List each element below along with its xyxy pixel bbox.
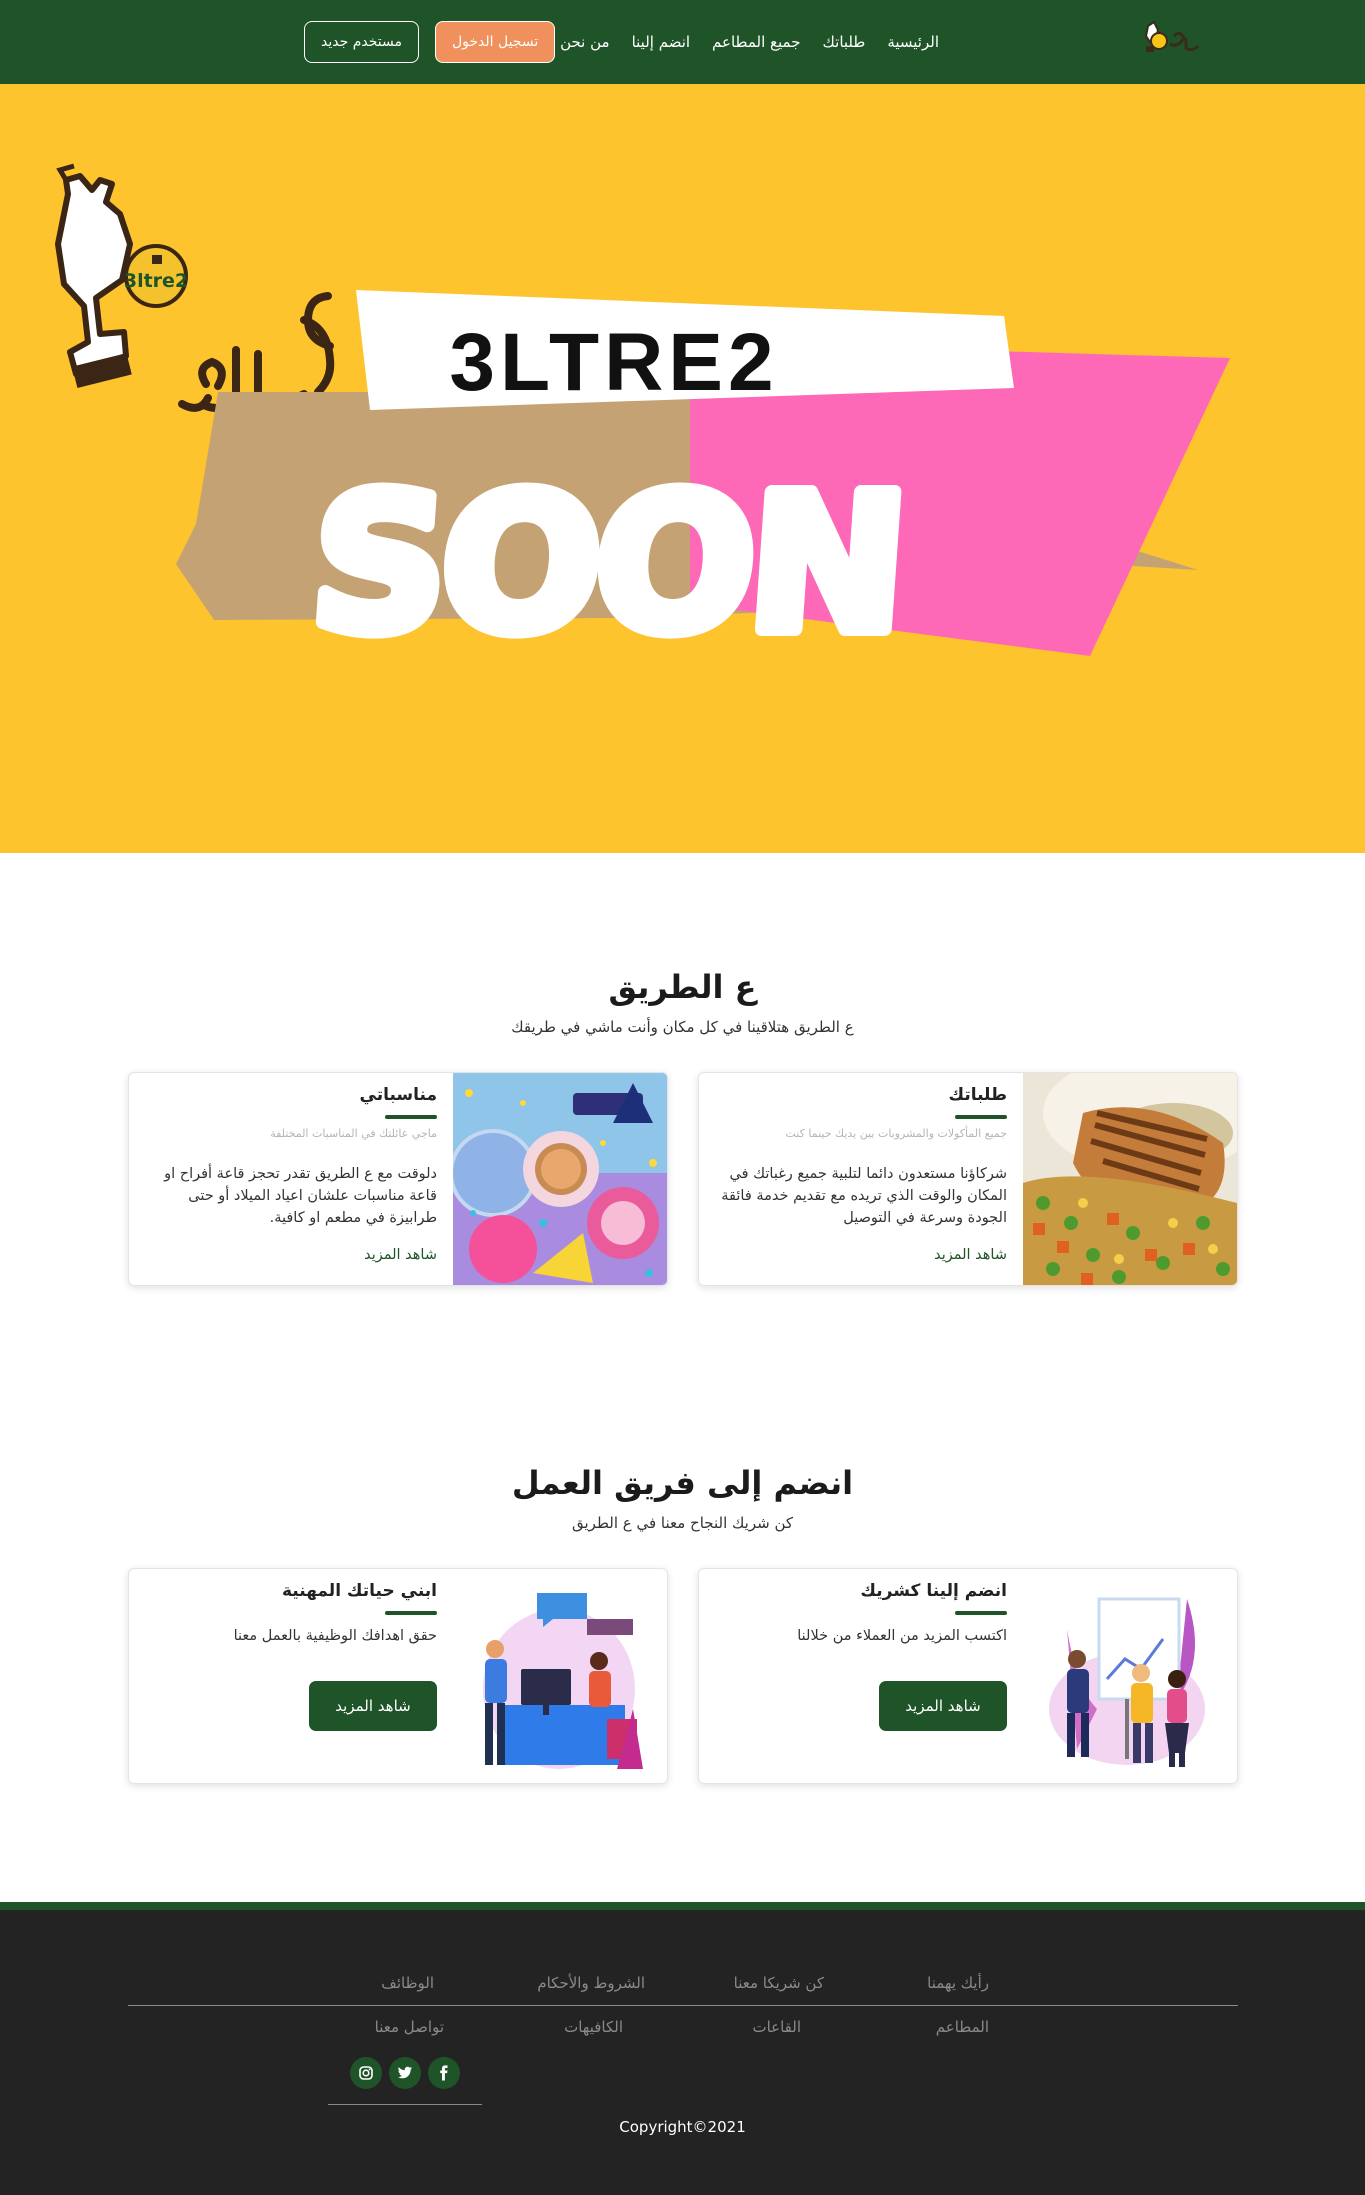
brand-logo[interactable] — [1140, 16, 1206, 66]
footer-link-contact[interactable]: تواصل معنا — [375, 2018, 444, 2036]
footer-top-bar — [0, 1902, 1365, 1910]
svg-text:3ltre2: 3ltre2 — [124, 270, 188, 292]
nav-link-home[interactable]: الرئيسية — [887, 33, 939, 51]
instagram-icon[interactable] — [350, 2057, 382, 2089]
title-underline — [385, 1611, 437, 1615]
nav-buttons: مستخدم جديد تسجيل الدخول — [304, 21, 556, 63]
about-subtitle: ع الطريق هتلاقينا في كل مكان وأنت ماشي ف… — [511, 1018, 854, 1036]
nav-links: الرئيسية طلباتك جميع المطاعم انضم إلينا … — [560, 0, 939, 84]
footer: رأيك يهمنا كن شريكا معنا الشروط والأحكام… — [0, 1910, 1365, 2195]
partner-card: انضم إلينا كشريك اكتسب المزيد من العملاء… — [698, 1568, 1238, 1784]
nav-link-join[interactable]: انضم إلينا — [632, 33, 690, 51]
about-title: ع الطريق — [608, 968, 757, 1006]
footer-divider — [128, 2005, 1238, 2006]
grilled-chicken-photo — [1023, 1073, 1237, 1285]
footer-link-feedback[interactable]: رأيك يهمنا — [927, 1974, 989, 1992]
register-button[interactable]: مستخدم جديد — [304, 21, 419, 63]
card-description: حقق اهدافك الوظيفية بالعمل معنا — [233, 1628, 437, 1644]
nav-link-restaurants[interactable]: جميع المطاعم — [712, 33, 800, 51]
footer-link-partner[interactable]: كن شريكا معنا — [734, 1974, 824, 1992]
card-tagline: جميع المأكولات والمشروبات بين يديك حينما… — [785, 1127, 1007, 1140]
brand-text: 3LTRE2 — [449, 317, 778, 408]
see-more-button[interactable]: شاهد المزيد — [879, 1681, 1007, 1731]
copyright: Copyright©2021 — [619, 2118, 746, 2136]
card-description: دلوقت مع ع الطريق تقدر تحجز قاعة أفراح ا… — [164, 1166, 437, 1226]
events-card: مناسباتي ماجي عائلتك في المناسبات المختل… — [128, 1072, 668, 1286]
navbar: الرئيسية طلباتك جميع المطاعم انضم إلينا … — [0, 0, 1365, 84]
partners-illustration — [1037, 1569, 1217, 1783]
footer-link-cafes[interactable]: الكافيهات — [564, 2018, 623, 2036]
see-more-link[interactable]: شاهد المزيد — [934, 1247, 1007, 1263]
card-tagline: ماجي عائلتك في المناسبات المختلفة — [270, 1127, 437, 1140]
career-card: ابني حياتك المهنية حقق اهدافك الوظيفية ب… — [128, 1568, 668, 1784]
social-divider — [328, 2104, 482, 2105]
card-description: اكتسب المزيد من العملاء من خلالنا — [797, 1628, 1007, 1644]
career-illustration — [467, 1569, 647, 1783]
birthday-party-photo — [453, 1073, 667, 1285]
nav-link-orders[interactable]: طلباتك — [823, 33, 866, 51]
footer-link-restaurants[interactable]: المطاعم — [936, 2018, 989, 2036]
facebook-icon[interactable] — [428, 2057, 460, 2089]
hand-logo-icon: 3ltre2 — [55, 163, 188, 388]
card-description: شركاؤنا مستعدون دائما لتلبية جميع رغباتك… — [721, 1166, 1007, 1226]
card-title: ابني حياتك المهنية — [282, 1581, 437, 1601]
soon-text: SOON — [305, 455, 909, 674]
orders-card: طلباتك جميع المأكولات والمشروبات بين يدي… — [698, 1072, 1238, 1286]
team-subtitle: كن شريك النجاح معنا في ع الطريق — [571, 1514, 794, 1532]
footer-link-halls[interactable]: القاعات — [752, 2018, 801, 2036]
hero-banner: 3ltre2 3LTRE2 SOON — [0, 84, 1365, 853]
title-underline — [385, 1115, 437, 1119]
see-more-link[interactable]: شاهد المزيد — [364, 1247, 437, 1263]
title-underline — [955, 1611, 1007, 1615]
team-title: انضم إلى فريق العمل — [511, 1464, 854, 1502]
card-title: طلباتك — [948, 1085, 1008, 1105]
card-title: انضم إلينا كشريك — [860, 1581, 1007, 1601]
footer-link-jobs[interactable]: الوظائف — [381, 1974, 434, 1992]
see-more-button[interactable]: شاهد المزيد — [309, 1681, 437, 1731]
footer-link-terms[interactable]: الشروط والأحكام — [537, 1974, 645, 1992]
coming-soon-artwork: 3ltre2 3LTRE2 SOON — [55, 163, 1230, 681]
card-title: مناسباتي — [359, 1085, 437, 1105]
nav-link-about[interactable]: من نحن — [560, 33, 610, 51]
twitter-icon[interactable] — [389, 2057, 421, 2089]
login-button[interactable]: تسجيل الدخول — [434, 21, 556, 63]
title-underline — [955, 1115, 1007, 1119]
